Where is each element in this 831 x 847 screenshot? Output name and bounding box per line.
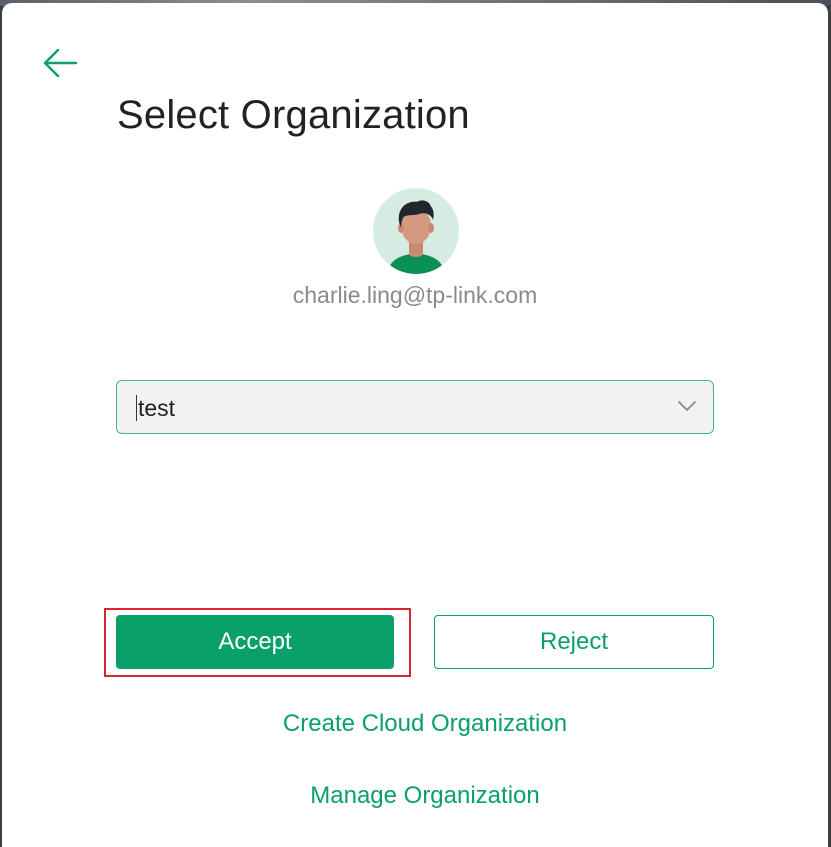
text-cursor	[136, 395, 137, 421]
create-cloud-organization-link[interactable]: Create Cloud Organization	[2, 710, 831, 738]
back-button[interactable]	[38, 43, 82, 83]
avatar	[373, 188, 459, 274]
arrow-left-icon	[43, 48, 78, 78]
user-avatar-icon	[387, 200, 445, 274]
chevron-down-icon[interactable]	[677, 399, 697, 413]
accept-button[interactable]: Accept	[116, 615, 394, 669]
organization-select-value: test	[138, 395, 176, 421]
manage-organization-link[interactable]: Manage Organization	[2, 782, 831, 810]
reject-button[interactable]: Reject	[434, 615, 714, 669]
select-organization-dialog: Select Organization charlie.ling@tp-link…	[2, 3, 828, 847]
page-title: Select Organization	[117, 93, 470, 137]
user-email: charlie.ling@tp-link.com	[292, 282, 538, 308]
organization-select[interactable]: test	[116, 380, 714, 434]
